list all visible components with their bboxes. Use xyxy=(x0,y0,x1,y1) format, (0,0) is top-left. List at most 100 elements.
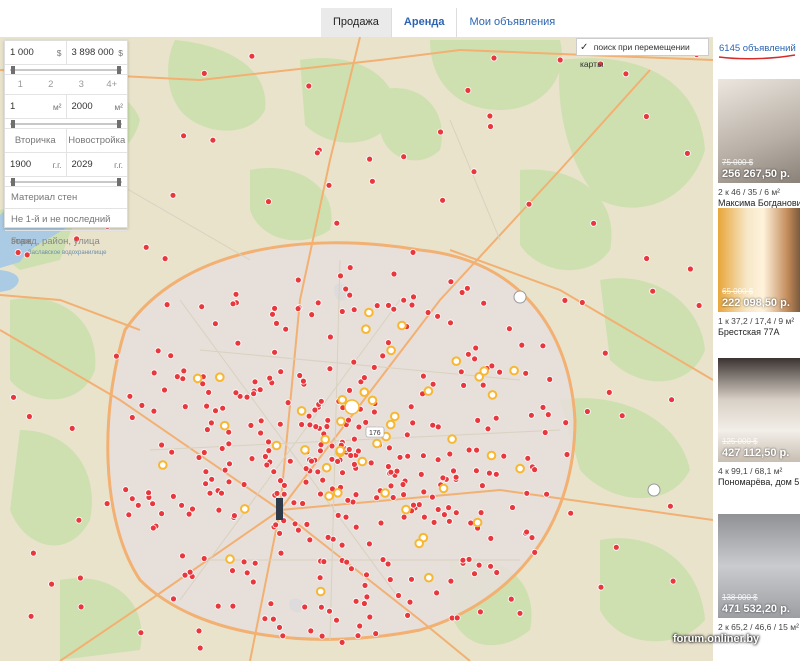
listing-marker[interactable] xyxy=(269,310,276,318)
listing-marker[interactable] xyxy=(446,450,454,458)
listing-marker[interactable] xyxy=(387,482,395,490)
listing-marker[interactable] xyxy=(509,504,516,511)
listing-marker[interactable] xyxy=(314,468,322,476)
center-cluster-badge[interactable]: 176 xyxy=(365,426,385,438)
cluster-marker[interactable] xyxy=(192,373,203,384)
listing-marker[interactable] xyxy=(531,549,539,556)
listing-marker[interactable] xyxy=(75,516,83,524)
listing-marker[interactable] xyxy=(584,408,591,415)
listing-marker[interactable] xyxy=(306,536,314,544)
listing-marker[interactable] xyxy=(355,423,363,431)
listing-marker[interactable] xyxy=(440,511,448,518)
cluster-marker[interactable] xyxy=(509,365,519,376)
cluster-marker[interactable] xyxy=(315,586,326,597)
listing-marker[interactable] xyxy=(25,413,33,420)
listing-marker[interactable] xyxy=(439,196,447,204)
listing-marker[interactable] xyxy=(345,416,352,424)
listing-marker[interactable] xyxy=(338,639,346,646)
listing-marker[interactable] xyxy=(200,449,208,456)
listing-marker[interactable] xyxy=(458,289,466,296)
cluster-marker[interactable] xyxy=(385,419,396,430)
listing-marker[interactable] xyxy=(487,123,494,130)
listing-marker[interactable] xyxy=(379,352,387,360)
cluster-marker[interactable] xyxy=(472,517,483,528)
listing-marker[interactable] xyxy=(276,624,283,631)
listing-marker[interactable] xyxy=(400,513,408,521)
cluster-marker[interactable] xyxy=(225,554,235,564)
listing-marker[interactable] xyxy=(471,570,478,578)
listing-marker[interactable] xyxy=(161,386,168,394)
listing-marker[interactable] xyxy=(334,457,342,465)
listing-marker[interactable] xyxy=(276,530,284,537)
listing-marker[interactable] xyxy=(687,265,694,273)
cluster-marker[interactable] xyxy=(423,386,434,396)
listing-marker[interactable] xyxy=(305,82,313,90)
listing-marker[interactable] xyxy=(280,490,288,498)
listing-photo[interactable]: 125 000 $ 427 112,50 р. xyxy=(718,358,800,462)
listing-marker[interactable] xyxy=(169,492,177,500)
listing-marker[interactable] xyxy=(137,629,145,637)
listing-marker[interactable] xyxy=(308,457,315,465)
listing-marker[interactable] xyxy=(296,372,304,379)
cluster-marker[interactable] xyxy=(367,395,378,406)
listing-marker[interactable] xyxy=(214,602,222,610)
listing-marker[interactable] xyxy=(251,378,259,386)
listing-marker[interactable] xyxy=(344,496,352,504)
listing-marker[interactable] xyxy=(271,304,279,312)
listing-marker[interactable] xyxy=(342,285,350,293)
listing-marker[interactable] xyxy=(400,153,408,161)
listing-marker[interactable] xyxy=(486,112,494,120)
listing-marker[interactable] xyxy=(209,136,217,144)
listing-marker[interactable] xyxy=(206,489,214,497)
listing-marker[interactable] xyxy=(415,501,423,509)
listing-marker[interactable] xyxy=(612,543,620,551)
listing-marker[interactable] xyxy=(320,558,328,565)
listing-marker[interactable] xyxy=(480,299,488,307)
search-on-move-toggle[interactable]: ✓ поиск при перемещении карты xyxy=(576,38,709,69)
listing-marker[interactable] xyxy=(257,417,265,425)
location-search-input[interactable]: Город, район, улица xyxy=(5,231,127,253)
listing-marker[interactable] xyxy=(342,513,350,521)
listing-marker[interactable] xyxy=(578,299,586,306)
listing-marker[interactable] xyxy=(643,255,650,262)
listing-marker[interactable] xyxy=(203,426,211,434)
listing-marker[interactable] xyxy=(128,495,136,503)
listing-marker[interactable] xyxy=(399,481,407,488)
listing-marker[interactable] xyxy=(173,373,181,381)
cluster-marker[interactable] xyxy=(372,438,382,449)
listing-marker[interactable] xyxy=(429,421,437,429)
listing-marker[interactable] xyxy=(185,510,193,518)
listing-marker[interactable] xyxy=(134,501,142,509)
listing-marker[interactable] xyxy=(333,616,340,624)
listing-marker[interactable] xyxy=(179,552,186,560)
listing-photo[interactable]: 75 000 $ 256 267,50 р. xyxy=(718,79,800,183)
listing-marker[interactable] xyxy=(447,319,454,327)
listing-marker[interactable] xyxy=(493,569,501,576)
listing-marker[interactable] xyxy=(128,414,136,421)
listing-card[interactable]: 125 000 $ 427 112,50 р. 4 к 99,1 / 68,1 … xyxy=(718,358,800,487)
listing-marker[interactable] xyxy=(145,489,153,497)
tower-icon[interactable] xyxy=(276,498,283,520)
listing-marker[interactable] xyxy=(318,632,326,640)
listing-marker[interactable] xyxy=(142,243,150,251)
listing-marker[interactable] xyxy=(409,419,417,427)
cluster-marker[interactable] xyxy=(486,450,497,461)
listing-marker[interactable] xyxy=(325,181,333,189)
listing-marker[interactable] xyxy=(68,424,76,432)
listing-marker[interactable] xyxy=(366,613,374,621)
listing-marker[interactable] xyxy=(334,512,342,519)
listing-marker[interactable] xyxy=(354,632,362,640)
listing-marker[interactable] xyxy=(450,467,457,475)
listing-marker[interactable] xyxy=(48,580,55,588)
listing-marker[interactable] xyxy=(326,333,334,341)
cluster-marker[interactable] xyxy=(438,483,449,494)
listing-marker[interactable] xyxy=(154,347,162,355)
cluster-marker[interactable] xyxy=(451,356,462,367)
listing-marker[interactable] xyxy=(370,408,378,416)
listing-marker[interactable] xyxy=(452,509,460,517)
listing-marker[interactable] xyxy=(622,70,630,78)
listing-marker[interactable] xyxy=(597,583,605,591)
listing-marker[interactable] xyxy=(531,466,538,474)
listing-marker[interactable] xyxy=(459,556,467,564)
listing-marker[interactable] xyxy=(472,344,480,352)
